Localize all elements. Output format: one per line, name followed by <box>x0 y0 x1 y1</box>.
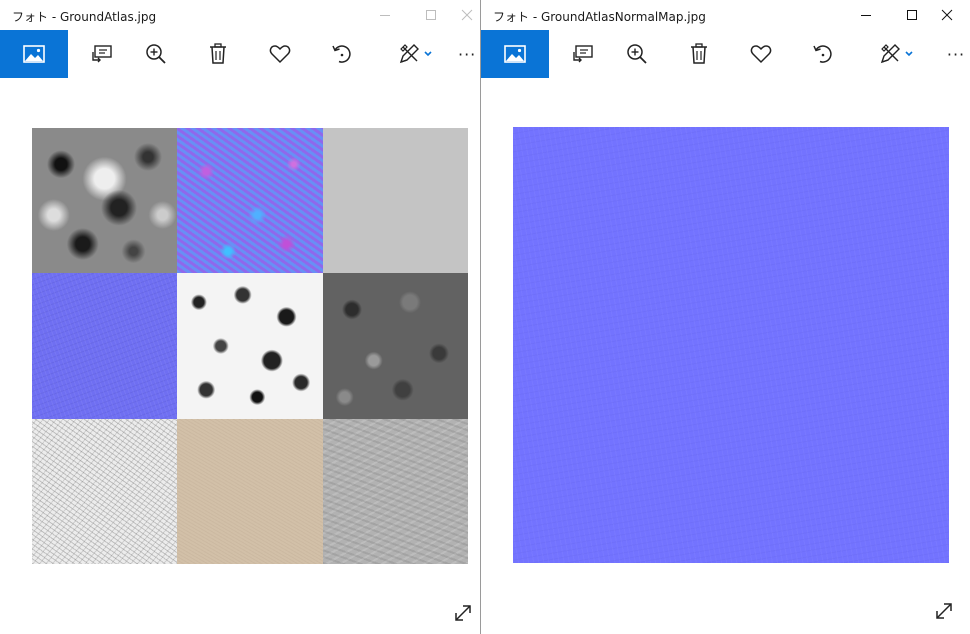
minimize-icon <box>380 15 390 16</box>
zoom-in-button[interactable] <box>615 30 659 78</box>
rotate-button[interactable] <box>320 30 364 78</box>
atlas-tile-sand <box>177 418 323 564</box>
edit-create-icon <box>880 44 913 64</box>
atlas-tile-gravel <box>322 418 468 564</box>
delete-button[interactable] <box>677 30 721 78</box>
more-icon: ··· <box>946 44 966 64</box>
toolbar: ··· <box>481 30 970 78</box>
heart-icon <box>269 45 291 64</box>
maximize-button[interactable] <box>408 0 454 30</box>
close-button[interactable] <box>454 0 480 30</box>
photos-window-groundatlas: フォト - GroundAtlas.jpg ··· <box>0 0 480 634</box>
view-image-button[interactable] <box>481 30 549 78</box>
minimize-button[interactable] <box>362 0 408 30</box>
zoom-in-button[interactable] <box>134 30 178 78</box>
atlas-tile-cloud <box>32 128 178 274</box>
more-button[interactable]: ··· <box>943 30 969 78</box>
atlas-tile-grey <box>322 128 468 274</box>
edit-create-icon <box>399 44 432 64</box>
edit-create-button[interactable] <box>871 30 923 78</box>
maximize-icon <box>426 10 436 20</box>
atlas-tile-speckle <box>32 418 178 564</box>
image-viewer[interactable] <box>0 78 480 634</box>
title-bar[interactable]: フォト - GroundAtlasNormalMap.jpg <box>481 0 970 30</box>
close-button[interactable] <box>924 0 970 30</box>
heart-icon <box>750 45 772 64</box>
view-image-button[interactable] <box>0 30 68 78</box>
atlas-tile-spots <box>177 273 323 419</box>
rotate-icon <box>332 45 351 63</box>
trash-icon <box>210 43 226 64</box>
close-icon <box>941 9 953 21</box>
delete-button[interactable] <box>196 30 240 78</box>
slideshow-icon <box>92 45 112 63</box>
slideshow-button[interactable] <box>561 30 605 78</box>
minimize-icon <box>861 15 871 16</box>
window-title: フォト - GroundAtlasNormalMap.jpg <box>493 10 706 24</box>
image-viewer[interactable] <box>481 78 970 634</box>
slideshow-icon <box>573 45 593 63</box>
atlas-tile-normal <box>177 128 323 274</box>
favorite-button[interactable] <box>258 30 302 78</box>
rotate-button[interactable] <box>801 30 845 78</box>
zoom-in-icon <box>146 44 166 64</box>
atlas-tile-rock <box>322 273 468 419</box>
title-bar[interactable]: フォト - GroundAtlas.jpg <box>0 0 480 30</box>
expand-icon <box>936 603 952 619</box>
minimize-button[interactable] <box>843 0 889 30</box>
edit-create-button[interactable] <box>390 30 442 78</box>
more-button[interactable]: ··· <box>458 30 480 78</box>
atlas-tile-normal-flat <box>32 273 178 419</box>
maximize-icon <box>907 10 917 20</box>
slideshow-button[interactable] <box>80 30 124 78</box>
rotate-icon <box>813 45 832 63</box>
image-icon <box>23 45 45 63</box>
ground-atlas-image <box>32 128 468 564</box>
normal-map-image <box>513 127 949 563</box>
close-icon <box>461 9 473 21</box>
zoom-in-icon <box>627 44 647 64</box>
expand-icon <box>455 605 471 621</box>
full-screen-button[interactable] <box>933 600 955 622</box>
full-screen-button[interactable] <box>452 602 474 624</box>
toolbar: ··· <box>0 30 480 78</box>
photos-window-groundatlasnormalmap: フォト - GroundAtlasNormalMap.jpg ··· <box>481 0 970 634</box>
image-icon <box>504 45 526 63</box>
trash-icon <box>691 43 707 64</box>
more-icon: ··· <box>458 44 477 64</box>
window-title: フォト - GroundAtlas.jpg <box>12 10 157 24</box>
favorite-button[interactable] <box>739 30 783 78</box>
